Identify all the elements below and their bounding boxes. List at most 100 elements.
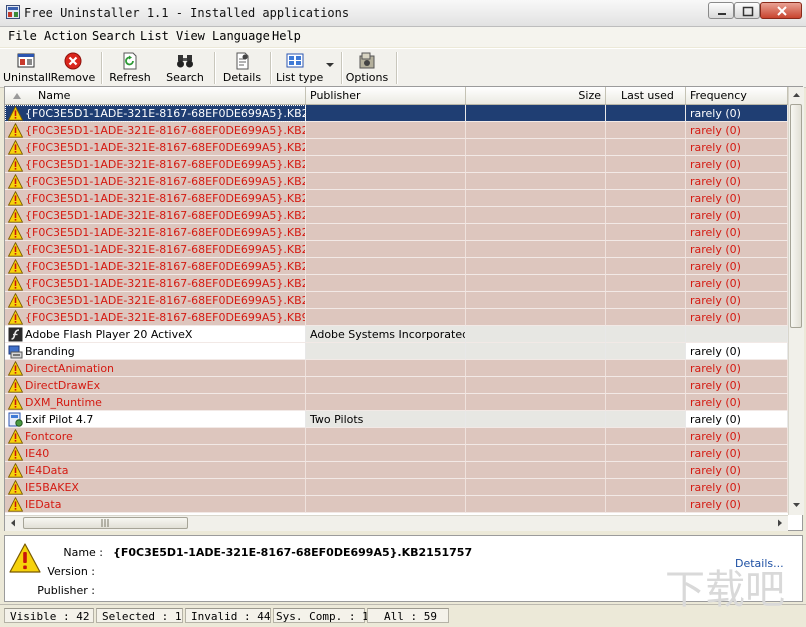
close-icon: [777, 6, 787, 16]
menu-list[interactable]: List: [140, 29, 169, 43]
table-row[interactable]: DirectAnimation rarely (0): [5, 360, 788, 377]
vertical-scroll-thumb[interactable]: [790, 104, 802, 328]
status-visible: Visible : 42: [4, 608, 94, 623]
table-row[interactable]: {F0C3E5D1-1ADE-321E-8167-68EF0DE699A5}.K…: [5, 156, 788, 173]
minimize-button[interactable]: [708, 2, 734, 19]
table-row[interactable]: Fontcore rarely (0): [5, 428, 788, 445]
options-button[interactable]: Options: [344, 50, 390, 86]
row-publisher: [306, 190, 466, 207]
table-row[interactable]: DXM_Runtime rarely (0): [5, 394, 788, 411]
toolbar-separator: [214, 52, 216, 84]
list-type-label: List type: [276, 71, 324, 84]
row-size: [466, 496, 606, 513]
table-row[interactable]: {F0C3E5D1-1ADE-321E-8167-68EF0DE699A5}.K…: [5, 241, 788, 258]
menu-view[interactable]: View: [176, 29, 205, 43]
row-size: [466, 428, 606, 445]
row-name-cell: IEData: [5, 496, 306, 513]
row-name: {F0C3E5D1-1ADE-321E-8167-68EF0DE699A5}.K…: [25, 226, 306, 239]
row-name: DirectAnimation: [25, 362, 115, 375]
row-publisher: [306, 292, 466, 309]
flash-icon: [8, 327, 23, 342]
column-header-name[interactable]: Name: [5, 87, 306, 104]
table-row[interactable]: {F0C3E5D1-1ADE-321E-8167-68EF0DE699A5}.K…: [5, 207, 788, 224]
scroll-up-icon[interactable]: [789, 88, 804, 103]
row-name-cell: {F0C3E5D1-1ADE-321E-8167-68EF0DE699A5}.K…: [5, 224, 306, 241]
detail-name-value: {F0C3E5D1-1ADE-321E-8167-68EF0DE699A5}.K…: [113, 546, 473, 559]
warning-icon: [8, 157, 23, 172]
row-name: {F0C3E5D1-1ADE-321E-8167-68EF0DE699A5}.K…: [25, 192, 306, 205]
remove-button[interactable]: Remove: [50, 50, 96, 86]
table-row[interactable]: IE40 rarely (0): [5, 445, 788, 462]
vertical-scrollbar[interactable]: [788, 87, 804, 515]
horizontal-scroll-thumb[interactable]: [23, 517, 188, 529]
row-publisher: [306, 122, 466, 139]
table-row[interactable]: {F0C3E5D1-1ADE-321E-8167-68EF0DE699A5}.K…: [5, 292, 788, 309]
row-last-used: [606, 190, 686, 207]
svg-text:下载吧: 下载吧: [665, 567, 785, 613]
row-name: IEData: [25, 498, 62, 511]
uninstall-icon: [17, 53, 35, 68]
row-name-cell: {F0C3E5D1-1ADE-321E-8167-68EF0DE699A5}.K…: [5, 190, 306, 207]
table-row[interactable]: Branding rarely (0): [5, 343, 788, 360]
row-name-cell: {F0C3E5D1-1ADE-321E-8167-68EF0DE699A5}.K…: [5, 173, 306, 190]
search-button[interactable]: Search: [162, 50, 208, 86]
row-size: [466, 275, 606, 292]
column-header-publisher[interactable]: Publisher: [306, 87, 466, 104]
table-row[interactable]: {F0C3E5D1-1ADE-321E-8167-68EF0DE699A5}.K…: [5, 105, 788, 122]
status-all: All : 59: [367, 608, 449, 623]
table-row[interactable]: {F0C3E5D1-1ADE-321E-8167-68EF0DE699A5}.K…: [5, 309, 788, 326]
scroll-down-icon[interactable]: [789, 498, 804, 513]
options-icon: [359, 52, 375, 69]
details-button[interactable]: Details: [219, 50, 265, 86]
uninstall-button[interactable]: Uninstall: [3, 50, 51, 86]
row-name: DXM_Runtime: [25, 396, 102, 409]
table-row[interactable]: Exif Pilot 4.7 Two Pilots rarely (0): [5, 411, 788, 428]
maximize-button[interactable]: [734, 2, 760, 19]
scroll-left-icon[interactable]: [6, 516, 21, 531]
row-last-used: [606, 326, 686, 343]
binoculars-icon: [177, 55, 193, 68]
row-frequency: rarely (0): [686, 156, 788, 173]
table-row[interactable]: Adobe Flash Player 20 ActiveX Adobe Syste…: [5, 326, 788, 343]
table-row[interactable]: {F0C3E5D1-1ADE-321E-8167-68EF0DE699A5}.K…: [5, 122, 788, 139]
table-row[interactable]: {F0C3E5D1-1ADE-321E-8167-68EF0DE699A5}.K…: [5, 173, 788, 190]
row-size: [466, 309, 606, 326]
menu-search[interactable]: Search: [92, 29, 135, 43]
refresh-button[interactable]: Refresh: [106, 50, 154, 86]
row-last-used: [606, 207, 686, 224]
status-selected: Selected : 1: [96, 608, 183, 623]
row-frequency: rarely (0): [686, 292, 788, 309]
column-header-size[interactable]: Size: [466, 87, 606, 104]
menu-language[interactable]: Language: [212, 29, 270, 43]
row-size: [466, 190, 606, 207]
column-header-last-used[interactable]: Last used: [606, 87, 686, 104]
horizontal-scrollbar[interactable]: [5, 515, 788, 531]
menu-action[interactable]: Action: [44, 29, 87, 43]
list-type-button[interactable]: List type: [272, 50, 338, 86]
warning-icon: [8, 174, 23, 189]
table-row[interactable]: IE4Data rarely (0): [5, 462, 788, 479]
scroll-right-icon[interactable]: [772, 516, 787, 531]
table-row[interactable]: IEData rarely (0): [5, 496, 788, 513]
close-button[interactable]: [760, 2, 802, 19]
refresh-icon: [123, 52, 137, 70]
column-header-frequency[interactable]: Frequency: [686, 87, 788, 104]
grip-icon: [101, 519, 109, 527]
application-list[interactable]: Name Publisher Size Last used Frequency …: [4, 86, 804, 531]
warning-icon: [8, 106, 23, 121]
table-row[interactable]: IE5BAKEX rarely (0): [5, 479, 788, 496]
warning-icon: [8, 225, 23, 240]
table-row[interactable]: DirectDrawEx rarely (0): [5, 377, 788, 394]
row-name: DirectDrawEx: [25, 379, 101, 392]
menu-help[interactable]: Help: [272, 29, 301, 43]
warning-icon: [8, 191, 23, 206]
menu-file[interactable]: File: [8, 29, 37, 43]
table-row[interactable]: {F0C3E5D1-1ADE-321E-8167-68EF0DE699A5}.K…: [5, 190, 788, 207]
table-row[interactable]: {F0C3E5D1-1ADE-321E-8167-68EF0DE699A5}.K…: [5, 258, 788, 275]
toolbar-separator: [341, 52, 343, 84]
table-row[interactable]: {F0C3E5D1-1ADE-321E-8167-68EF0DE699A5}.K…: [5, 275, 788, 292]
table-row[interactable]: {F0C3E5D1-1ADE-321E-8167-68EF0DE699A5}.K…: [5, 139, 788, 156]
row-name-cell: DirectAnimation: [5, 360, 306, 377]
table-row[interactable]: {F0C3E5D1-1ADE-321E-8167-68EF0DE699A5}.K…: [5, 224, 788, 241]
detail-publisher-label: Publisher :: [37, 584, 95, 597]
